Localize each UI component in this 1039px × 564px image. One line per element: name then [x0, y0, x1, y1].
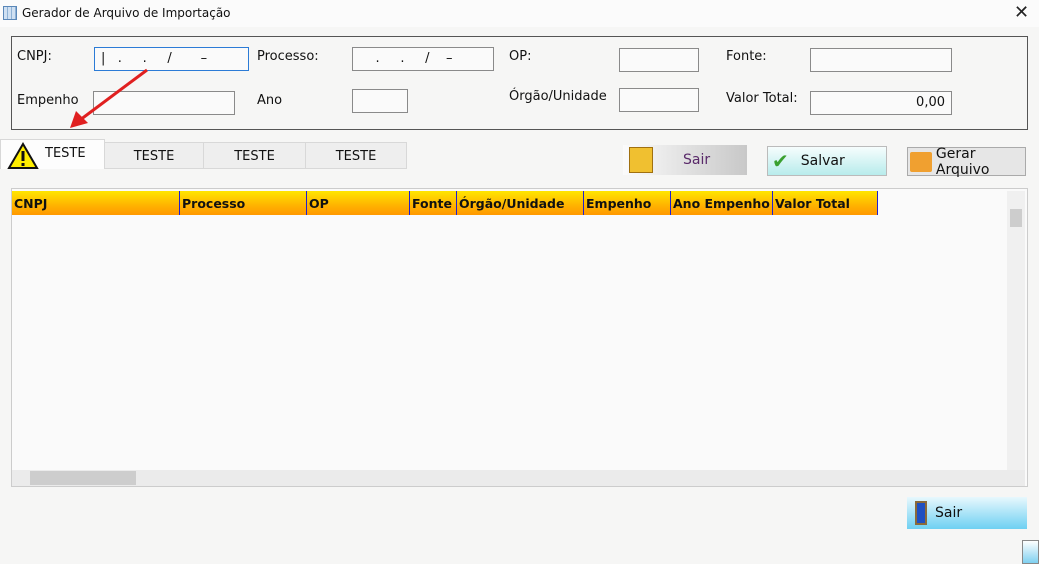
orgao-input[interactable]	[619, 88, 699, 112]
checkmark-icon: ✔	[772, 149, 789, 173]
vertical-scroll-thumb[interactable]	[1010, 209, 1022, 227]
op-label: OP:	[509, 49, 532, 64]
window-scrollbar[interactable]	[1022, 540, 1039, 564]
salvar-button[interactable]: ✔ Salvar	[767, 146, 887, 176]
exit-door-icon	[915, 501, 927, 525]
folder-add-icon	[910, 151, 932, 172]
sair-bottom-button[interactable]: Sair	[907, 497, 1027, 529]
col-fonte[interactable]: Fonte	[410, 191, 457, 215]
fonte-input[interactable]	[810, 48, 952, 72]
orgao-label: Órgão/Unidade	[509, 89, 607, 104]
tab-teste-4[interactable]: TESTE	[305, 142, 407, 169]
app-icon	[3, 6, 17, 20]
gerar-arquivo-button[interactable]: Gerar Arquivo	[907, 145, 1026, 178]
sair-top-label: Sair	[683, 152, 711, 168]
horizontal-scrollbar[interactable]	[12, 470, 1025, 486]
tab-teste-1[interactable]: TESTE	[0, 139, 105, 169]
sair-bottom-label: Sair	[935, 505, 963, 521]
col-orgao[interactable]: Órgão/Unidade	[457, 191, 584, 215]
warning-icon	[7, 142, 39, 169]
col-empenho[interactable]: Empenho	[584, 191, 671, 215]
close-icon[interactable]: ✕	[1014, 2, 1029, 23]
tab-teste-2[interactable]: TESTE	[104, 142, 204, 169]
op-input[interactable]	[619, 48, 699, 72]
gerar-arquivo-label: Gerar Arquivo	[935, 145, 990, 178]
data-grid[interactable]: CNPJ Processo OP Fonte Órgão/Unidade Emp…	[11, 188, 1028, 487]
col-valor-total[interactable]: Valor Total	[773, 191, 878, 215]
sair-top-button[interactable]: Sair	[623, 145, 747, 175]
title-bar: Gerador de Arquivo de Importação ✕	[0, 0, 1039, 27]
valor-total-input[interactable]: 0,00	[810, 91, 952, 115]
salvar-label: Salvar	[800, 153, 845, 169]
ano-input[interactable]	[352, 89, 408, 113]
processo-label: Processo:	[257, 49, 319, 64]
col-cnpj[interactable]: CNPJ	[12, 191, 180, 215]
vertical-scrollbar[interactable]	[1007, 191, 1025, 470]
processo-input[interactable]: . . / –	[352, 47, 494, 71]
tab-label: TESTE	[45, 146, 86, 161]
col-op[interactable]: OP	[307, 191, 410, 215]
fonte-label: Fonte:	[726, 49, 767, 64]
exit-door-icon	[629, 147, 653, 173]
red-arrow-annotation	[70, 68, 148, 128]
ano-label: Ano	[257, 93, 283, 108]
col-ano-empenho[interactable]: Ano Empenho	[671, 191, 773, 215]
window-title: Gerador de Arquivo de Importação	[22, 6, 231, 20]
tab-teste-3[interactable]: TESTE	[203, 142, 306, 169]
col-processo[interactable]: Processo	[180, 191, 307, 215]
cnpj-label: CNPJ:	[17, 49, 52, 64]
valor-total-label: Valor Total:	[726, 91, 798, 106]
horizontal-scroll-thumb[interactable]	[30, 471, 136, 485]
